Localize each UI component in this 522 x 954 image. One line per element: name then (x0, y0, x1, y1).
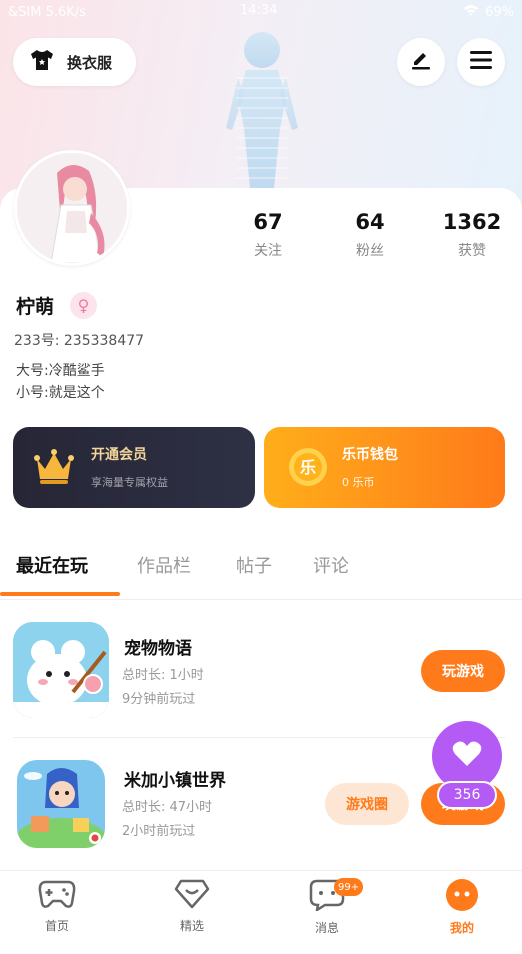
following-stat[interactable]: 67 关注 (228, 210, 308, 260)
crown-icon (33, 447, 75, 491)
change-outfit-label: 换衣服 (67, 53, 113, 72)
vip-membership-card[interactable]: 开通会员 享海量专属权益 (13, 427, 255, 508)
status-bar: &SIM 5.6K/s 14:34 69% (0, 0, 522, 24)
likes-stat[interactable]: 1362 获赞 (432, 210, 512, 260)
nav-featured-label: 精选 (179, 919, 204, 933)
nav-home-label: 首页 (44, 919, 69, 933)
nav-messages-label: 消息 (314, 921, 339, 935)
play-game-button[interactable]: 玩游戏 (421, 650, 505, 692)
likes-count: 1362 (442, 210, 502, 234)
list-divider (13, 737, 505, 738)
avatar[interactable] (14, 150, 130, 266)
game-community-button[interactable]: 游戏圈 (325, 783, 409, 825)
tab-comments[interactable]: 评论 (313, 552, 349, 578)
user-id: 233号: 235338477 (14, 333, 145, 349)
status-network: &SIM 5.6K/s (8, 4, 86, 20)
vip-title: 开通会员 (91, 447, 147, 463)
wallet-balance: 0 乐币 (342, 476, 375, 489)
change-outfit-button[interactable]: 换衣服 (13, 38, 136, 86)
gamepad-icon (38, 880, 76, 913)
svg-text:乐: 乐 (300, 458, 316, 477)
username: 柠萌 (16, 296, 55, 318)
bio-line: 大号:冷酷鲨手 (16, 363, 105, 379)
hamburger-menu-icon (470, 50, 492, 74)
heart-icon (452, 740, 482, 772)
status-icons: 69% (463, 4, 514, 20)
nav-profile-label: 我的 (449, 921, 474, 935)
messages-badge: 99+ (334, 878, 364, 896)
game-icon (13, 622, 109, 718)
like-count-badge: 356 (437, 781, 497, 809)
nav-featured[interactable]: 精选 (152, 879, 232, 934)
followers-stat[interactable]: 64 粉丝 (330, 210, 410, 260)
game-total-time: 总时长: 47小时 (122, 800, 213, 815)
game-total-time: 总时长: 1小时 (122, 668, 204, 683)
tab-works[interactable]: 作品栏 (137, 552, 191, 578)
followers-count: 64 (355, 210, 385, 234)
coin-icon: 乐 (288, 447, 328, 491)
diamond-heart-icon (174, 879, 210, 913)
nav-profile[interactable]: 我的 (422, 879, 502, 936)
following-label: 关注 (254, 243, 282, 259)
tab-recently-played[interactable]: 最近在玩 (16, 552, 88, 578)
following-count: 67 (253, 210, 283, 234)
profile-face-icon (445, 879, 479, 915)
active-tab-indicator (0, 592, 120, 596)
chat-bubble-icon (309, 879, 345, 915)
shirt-icon (29, 49, 55, 75)
game-last-played: 9分钟前玩过 (122, 692, 196, 707)
tab-posts[interactable]: 帖子 (236, 552, 272, 578)
bio: 大号:冷酷鲨手 小号:就是这个 (16, 360, 105, 404)
likes-label: 获赞 (458, 243, 486, 259)
bottom-navigation: 首页 精选 消息 我的 (0, 870, 522, 954)
pencil-icon (410, 49, 432, 75)
vip-subtitle: 享海量专属权益 (91, 476, 168, 489)
wallet-title: 乐币钱包 (342, 447, 398, 463)
profile-tabs: 最近在玩 作品栏 帖子 评论 (0, 540, 522, 600)
game-list-item[interactable]: 宠物物语 总时长: 1小时 9分钟前玩过 玩游戏 (0, 622, 522, 738)
female-gender-icon: ♀ (70, 292, 97, 319)
game-last-played: 2小时前玩过 (122, 824, 196, 839)
avatar-silhouette-icon (226, 32, 298, 188)
battery-level: 69% (485, 4, 514, 20)
edit-profile-button[interactable] (397, 38, 445, 86)
followers-label: 粉丝 (356, 243, 384, 259)
nav-home[interactable]: 首页 (17, 879, 97, 934)
status-time: 14:34 (240, 3, 278, 18)
bio-line: 小号:就是这个 (16, 385, 105, 401)
game-name: 米加小镇世界 (124, 771, 226, 791)
coin-wallet-card[interactable]: 乐 乐币钱包 0 乐币 (264, 427, 505, 508)
game-icon (17, 760, 105, 848)
wifi-icon (463, 4, 479, 20)
game-name: 宠物物语 (124, 639, 192, 659)
menu-button[interactable] (457, 38, 505, 86)
